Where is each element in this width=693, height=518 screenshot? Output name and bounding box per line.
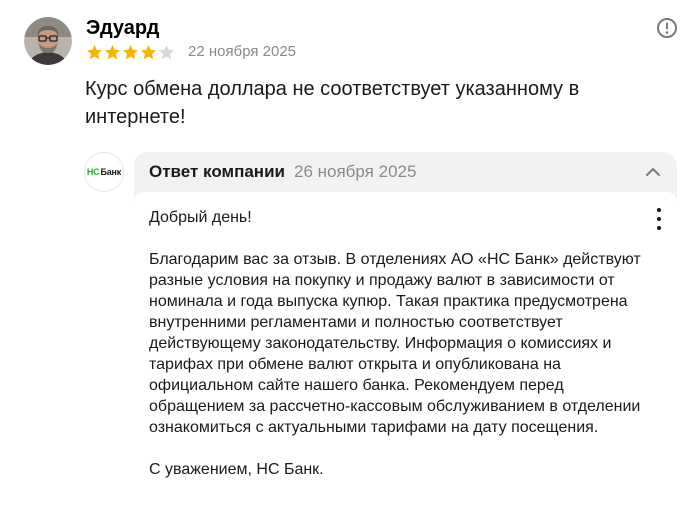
star-filled-icon — [123, 44, 138, 59]
avatar-photo — [24, 17, 72, 65]
kebab-menu-icon[interactable] — [655, 208, 663, 230]
reply-title: Ответ компании — [149, 162, 285, 181]
kebab-dot — [657, 217, 661, 221]
star-filled-icon — [141, 44, 156, 59]
reply-paragraph-main: Благодарим вас за отзыв. В отделениях АО… — [149, 251, 641, 436]
reply-body: Добрый день! Благодарим вас за отзыв. В … — [134, 192, 677, 518]
star-empty-icon — [159, 44, 174, 59]
reply-date: 26 ноября 2025 — [294, 162, 417, 181]
logo-text-ns: НС — [86, 167, 100, 177]
star-filled-icon — [87, 44, 102, 59]
chevron-up-icon[interactable] — [645, 164, 661, 180]
star-rating — [86, 42, 175, 62]
kebab-dot — [657, 208, 661, 212]
review-text: Курс обмена доллара не соответствует ука… — [85, 78, 580, 128]
company-logo[interactable]: НС Банк — [84, 152, 124, 192]
review-date: 22 ноября 2025 — [188, 43, 297, 60]
reply-paragraph-greeting: Добрый день! — [149, 209, 252, 226]
avatar[interactable] — [24, 17, 72, 65]
reply-text: Добрый день! Благодарим вас за отзыв. В … — [149, 207, 649, 501]
review-card: Эдуард 22 ноября 2025 Курс обмена доллар… — [0, 0, 693, 518]
reply-paragraph-signature: С уважением, НС Банк. — [149, 461, 324, 478]
kebab-dot — [657, 226, 661, 230]
star-filled-icon — [105, 44, 120, 59]
logo-text-bank: Банк — [100, 167, 122, 177]
author-name[interactable]: Эдуард — [86, 16, 159, 40]
info-circle-icon[interactable] — [656, 17, 678, 39]
company-reply: Ответ компании 26 ноября 2025 Добрый ден… — [134, 152, 677, 518]
